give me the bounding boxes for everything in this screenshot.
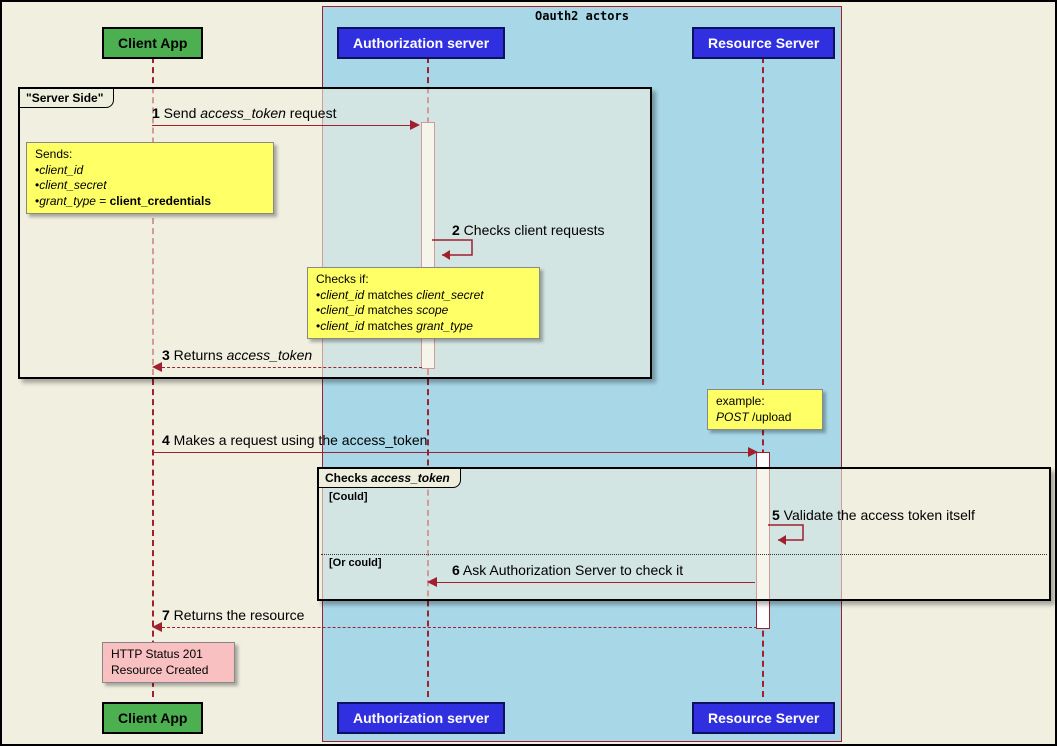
actor-client-bottom: Client App bbox=[102, 702, 203, 734]
actor-auth-top: Authorization server bbox=[337, 27, 505, 59]
actor-resource-top: Resource Server bbox=[692, 27, 835, 59]
arrow-1 bbox=[152, 125, 412, 126]
arrow-6 bbox=[437, 582, 755, 583]
msg-7: 7 Returns the resource bbox=[162, 607, 304, 623]
arrow-4-head bbox=[748, 447, 758, 457]
arrow-7 bbox=[162, 627, 757, 628]
note-checks: Checks if: •client_id matches client_sec… bbox=[307, 267, 540, 339]
msg-1: 1 Send access_token request bbox=[152, 105, 336, 121]
alt-divider bbox=[321, 554, 1047, 555]
frame-server-side-tab: "Server Side" bbox=[19, 88, 114, 108]
actor-client-top: Client App bbox=[102, 27, 203, 59]
actor-auth-bottom: Authorization server bbox=[337, 702, 505, 734]
oauth-group-title: Oauth2 actors bbox=[535, 9, 629, 23]
msg-5: 5 Validate the access token itself bbox=[772, 507, 975, 523]
note-example: example: POST /upload bbox=[707, 389, 823, 430]
msg-3: 3 Returns access_token bbox=[162, 347, 312, 363]
alt-could: [Could] bbox=[329, 491, 367, 503]
arrow-3-head bbox=[152, 362, 162, 372]
alt-or-could: [Or could] bbox=[329, 557, 382, 569]
note-sends: Sends: •client_id •client_secret •grant_… bbox=[26, 142, 274, 214]
arrow-4 bbox=[152, 452, 750, 453]
msg-4: 4 Makes a request using the access_token bbox=[162, 432, 427, 448]
arrow-5-self bbox=[768, 522, 818, 547]
arrow-2-self bbox=[432, 237, 482, 262]
actor-resource-bottom: Resource Server bbox=[692, 702, 835, 734]
diagram-canvas: Oauth2 actors Client App Authorization s… bbox=[0, 0, 1057, 746]
msg-6: 6 Ask Authorization Server to check it bbox=[452, 562, 683, 578]
arrow-6-head bbox=[427, 577, 437, 587]
note-response: HTTP Status 201 Resource Created bbox=[102, 642, 235, 683]
msg-2: 2 Checks client requests bbox=[452, 222, 605, 238]
arrow-1-head bbox=[410, 120, 420, 130]
frame-checks-token-tab: Checks access_token bbox=[318, 468, 461, 488]
arrow-7-head bbox=[152, 622, 162, 632]
arrow-3 bbox=[162, 367, 422, 368]
